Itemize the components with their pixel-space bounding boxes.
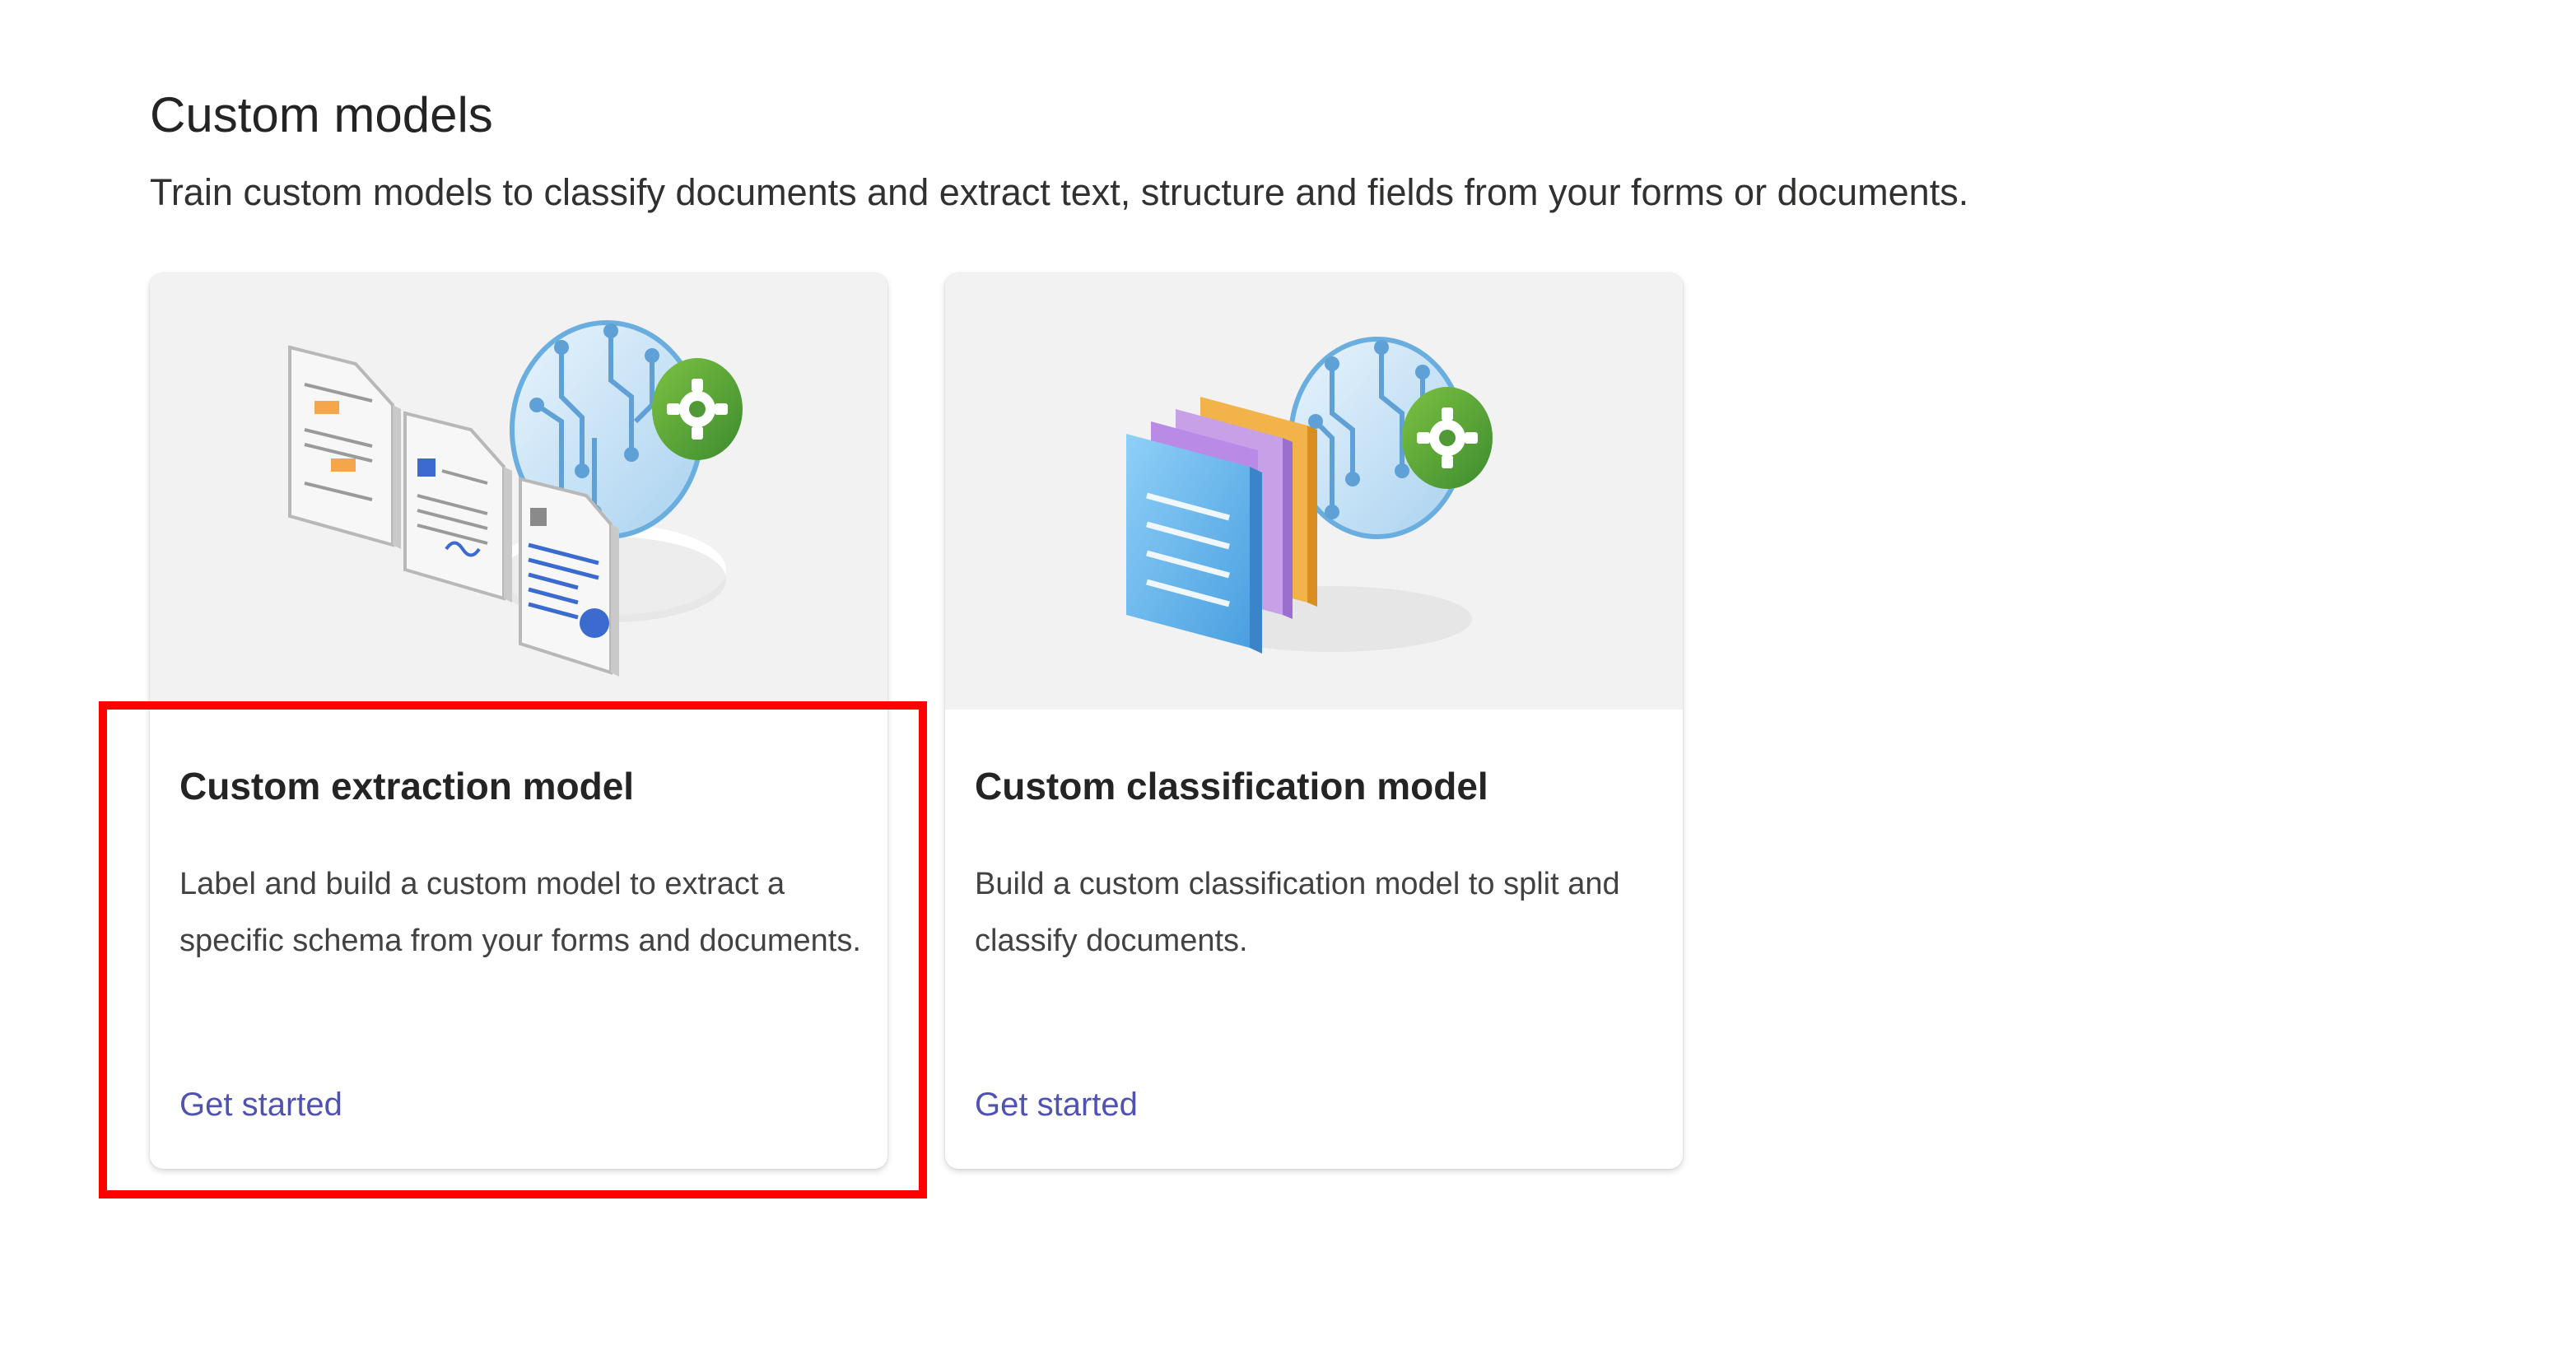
get-started-link[interactable]: Get started	[975, 1085, 1138, 1124]
stacked-documents-with-ai-brain-gear-icon	[1126, 337, 1493, 654]
card-title: Custom classification model	[975, 765, 1488, 807]
card-description: Build a custom classification model to s…	[975, 867, 1620, 958]
card-hero	[150, 273, 887, 710]
page-title: Custom models	[150, 87, 493, 142]
custom-models-page: Custom models Train custom models to cla…	[0, 0, 2576, 1359]
documents-with-ai-brain-gear-icon	[288, 320, 743, 677]
page-description: Train custom models to classify document…	[150, 171, 1969, 213]
custom-classification-model-card[interactable]: Custom classification model Build a cust…	[945, 273, 1683, 1169]
highlight-annotation-box	[99, 701, 927, 1198]
card-hero	[945, 273, 1683, 710]
